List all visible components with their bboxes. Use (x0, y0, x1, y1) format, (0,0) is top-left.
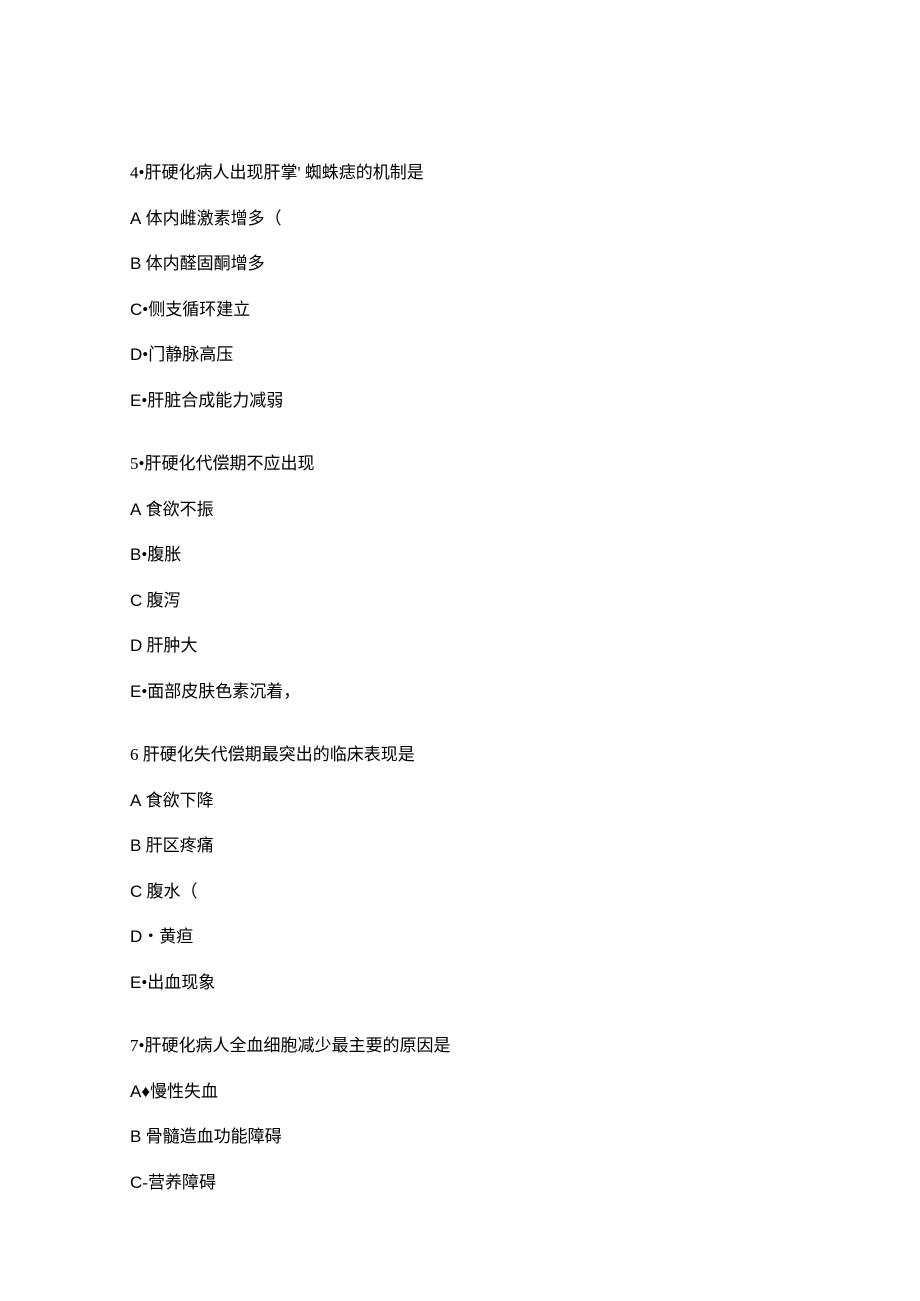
option-e: E•出血现象 (130, 970, 790, 996)
option-letter: A (130, 791, 141, 810)
option-letter: B (130, 836, 141, 855)
question-5: 5•肝硬化代偿期不应出现 A 食欲不振 B•腹胀 C 腹泻 D 肝肿大 E•面部… (130, 451, 790, 704)
option-letter: A (130, 500, 141, 519)
question-7: 7•肝硬化病人全血细胞减少最主要的原因是 A♦慢性失血 B 骨髓造血功能障碍 C… (130, 1033, 790, 1195)
option-letter: E (130, 391, 141, 410)
option-letter: D (130, 927, 142, 946)
option-a: A 体内雌激素增多（ (130, 206, 790, 232)
option-letter: C (130, 591, 142, 610)
option-text: 食欲不振 (146, 500, 214, 519)
option-letter: D (130, 345, 142, 364)
option-text: 体内醛固酮增多 (146, 254, 265, 273)
option-c: C 腹水（ (130, 879, 790, 905)
option-text: 体内雌激素增多（ (146, 209, 282, 228)
option-text: 肝肿大 (147, 636, 198, 655)
question-stem: 5•肝硬化代偿期不应出现 (130, 451, 790, 477)
question-stem: 4•肝硬化病人出现肝掌' 蜘蛛痣的机制是 (130, 160, 790, 186)
option-letter: E (130, 682, 141, 701)
option-letter: E (130, 973, 141, 992)
option-b: B•腹胀 (130, 542, 790, 568)
option-letter: B (130, 545, 141, 564)
option-letter: C (130, 1173, 142, 1192)
option-text: 营养障碍 (148, 1173, 216, 1192)
option-text: 腹水（ (147, 882, 198, 901)
option-letter: A (130, 209, 141, 228)
question-stem: 6 肝硬化失代偿期最突出的临床表现是 (130, 742, 790, 768)
option-text: 出血现象 (147, 973, 215, 992)
option-text: 食欲下降 (146, 791, 214, 810)
option-text: 腹胀 (147, 545, 181, 564)
option-letter: C (130, 300, 142, 319)
option-b: B 肝区疼痛 (130, 833, 790, 859)
option-c: C-营养障碍 (130, 1170, 790, 1196)
question-6: 6 肝硬化失代偿期最突出的临床表现是 A 食欲下降 B 肝区疼痛 C 腹水（ D… (130, 742, 790, 995)
option-letter: D (130, 636, 142, 655)
question-stem: 7•肝硬化病人全血细胞减少最主要的原因是 (130, 1033, 790, 1059)
option-sep: ♦ (141, 1082, 150, 1101)
option-text: 侧支循环建立 (148, 300, 250, 319)
option-text: 门静脉高压 (148, 345, 233, 364)
option-c: C•侧支循环建立 (130, 297, 790, 323)
option-b: B 骨髓造血功能障碍 (130, 1124, 790, 1150)
option-e: E•面部皮肤色素沉着， (130, 679, 790, 705)
option-text: 黄疸 (159, 927, 193, 946)
option-letter: B (130, 1127, 141, 1146)
option-text: 肝脏合成能力减弱 (147, 391, 283, 410)
option-d: D•门静脉高压 (130, 342, 790, 368)
option-a: A 食欲下降 (130, 788, 790, 814)
option-d: D・黄疸 (130, 924, 790, 950)
option-c: C 腹泻 (130, 588, 790, 614)
option-letter: B (130, 254, 141, 273)
option-d: D 肝肿大 (130, 633, 790, 659)
option-text: 慢性失血 (150, 1082, 218, 1101)
option-letter: A (130, 1082, 141, 1101)
question-4: 4•肝硬化病人出现肝掌' 蜘蛛痣的机制是 A 体内雌激素增多（ B 体内醛固酮增… (130, 160, 790, 413)
option-e: E•肝脏合成能力减弱 (130, 388, 790, 414)
option-text: 骨髓造血功能障碍 (146, 1127, 282, 1146)
document-page: 4•肝硬化病人出现肝掌' 蜘蛛痣的机制是 A 体内雌激素增多（ B 体内醛固酮增… (0, 0, 920, 1293)
option-text: 面部皮肤色素沉着， (147, 682, 300, 701)
option-text: 肝区疼痛 (146, 836, 214, 855)
option-letter: C (130, 882, 142, 901)
option-a: A 食欲不振 (130, 497, 790, 523)
option-text: 腹泻 (147, 591, 181, 610)
option-a: A♦慢性失血 (130, 1079, 790, 1105)
option-b: B 体内醛固酮增多 (130, 251, 790, 277)
option-sep: ・ (142, 927, 159, 946)
